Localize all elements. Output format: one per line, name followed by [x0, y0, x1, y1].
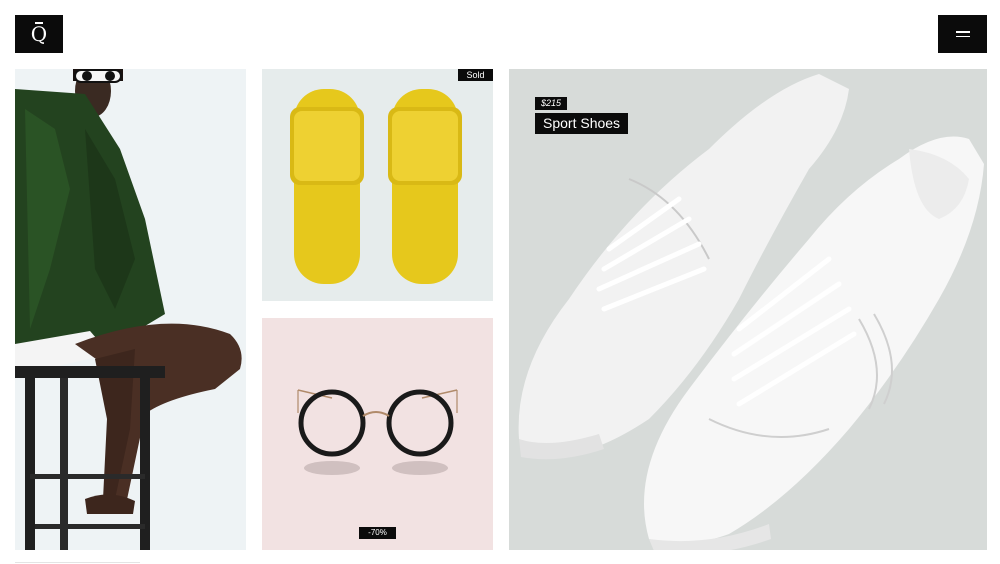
discount-badge: -70%: [359, 527, 396, 539]
product-title[interactable]: Sport Shoes: [535, 113, 629, 134]
site-logo[interactable]: Q: [15, 15, 63, 53]
product-tile-slides[interactable]: Sold: [262, 69, 493, 301]
divider: [15, 562, 140, 563]
menu-button[interactable]: [938, 15, 987, 53]
hamburger-icon-bar: [955, 35, 970, 37]
product-tile-glasses[interactable]: -70%: [262, 318, 493, 550]
hamburger-icon: [955, 31, 970, 33]
sold-badge: Sold: [458, 69, 493, 81]
logo-letter: Q: [30, 22, 48, 46]
round-glasses-image: [262, 318, 493, 550]
logo-macron: [35, 22, 43, 24]
white-sneakers-image: [509, 69, 987, 550]
yellow-slides-image: [262, 69, 493, 301]
price-tag: $215: [535, 97, 568, 110]
product-tile-fashion-model[interactable]: [15, 69, 246, 550]
fashion-model-image: [15, 69, 246, 550]
product-tile-sport-shoes[interactable]: $215 Sport Shoes: [509, 69, 987, 550]
